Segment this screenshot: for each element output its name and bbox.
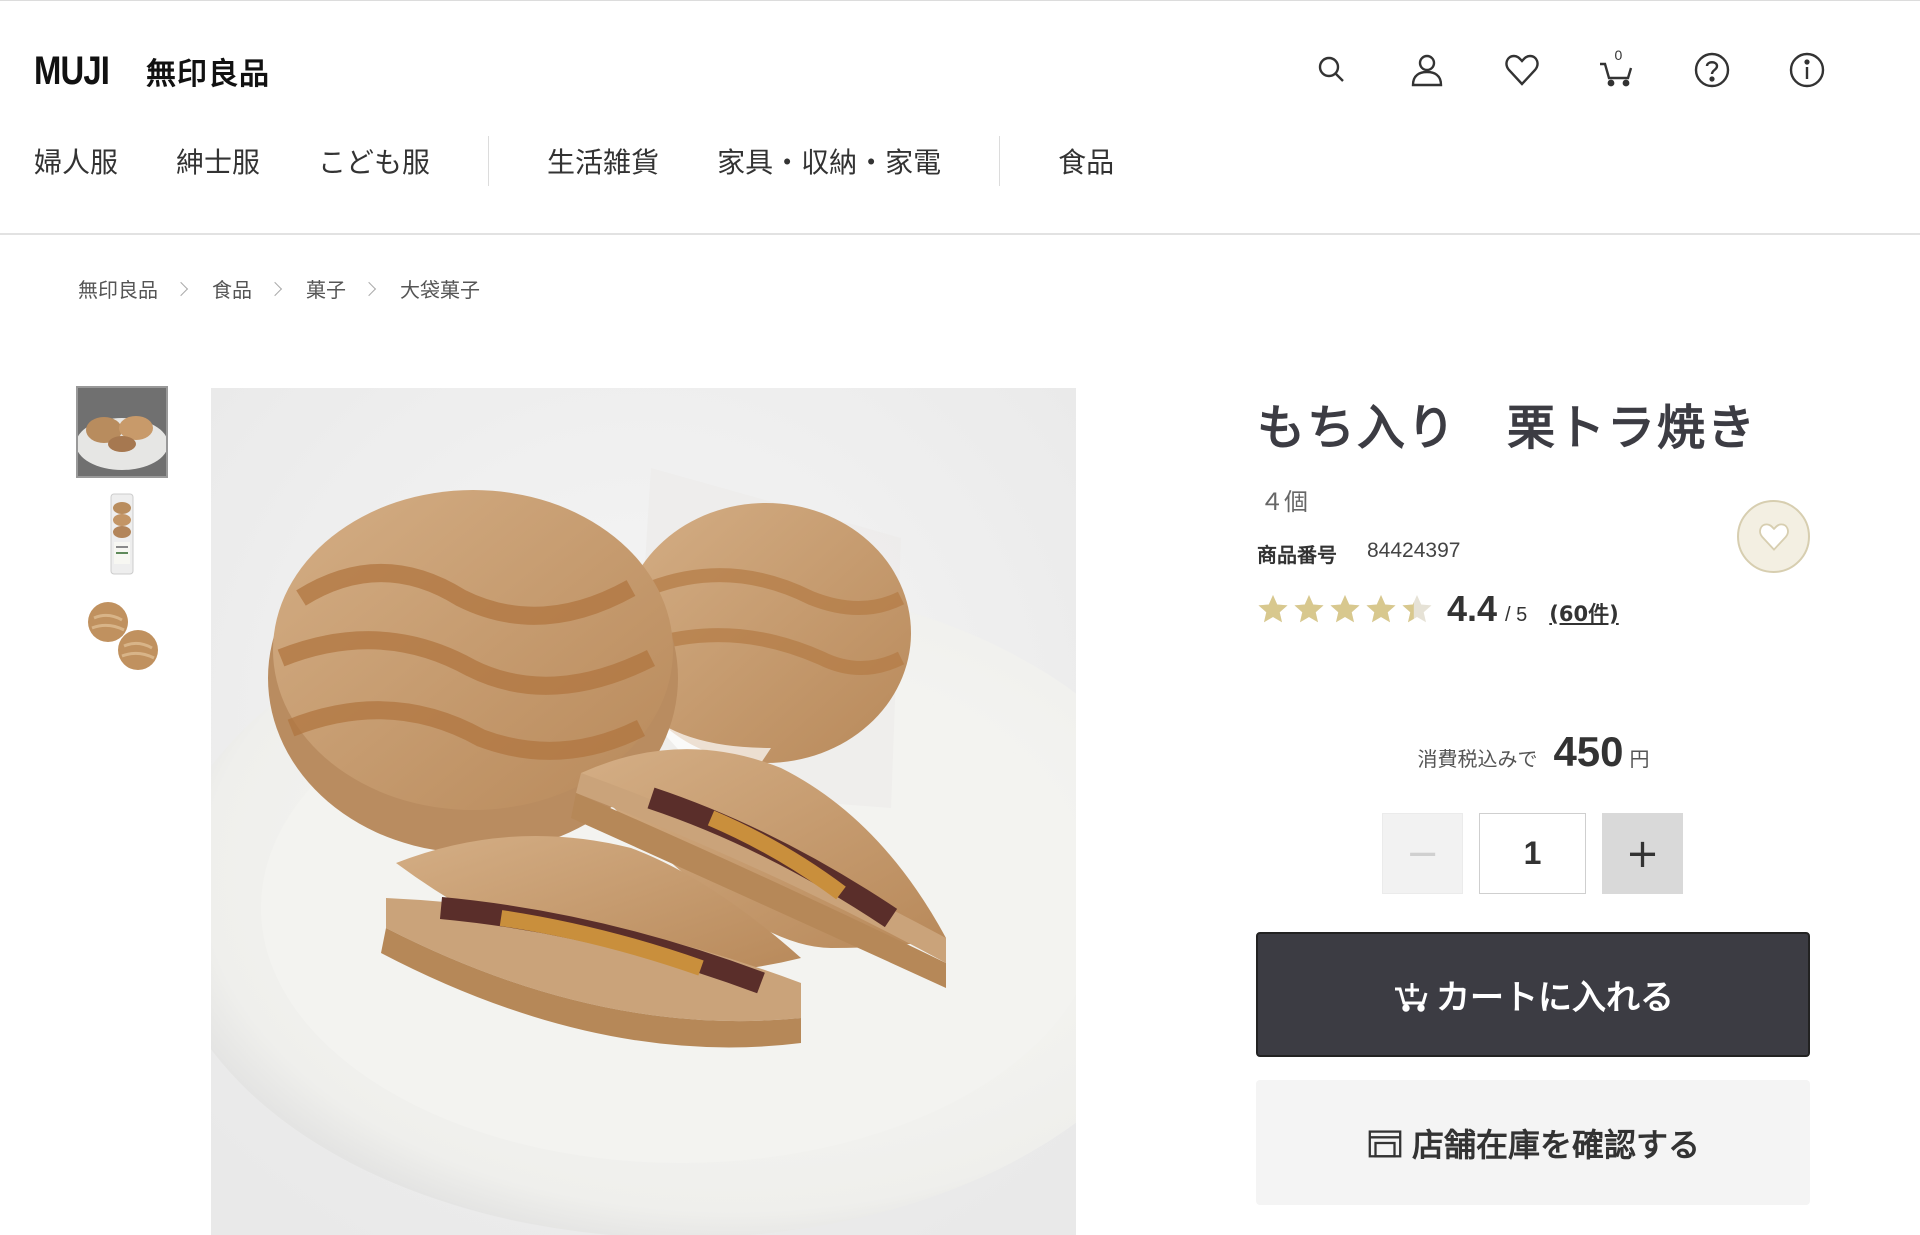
price-unit: 円 xyxy=(1629,747,1650,771)
chevron-right-icon xyxy=(267,281,283,296)
quantity-increase-button[interactable]: + xyxy=(1602,813,1683,894)
star-icon xyxy=(1258,595,1288,623)
quantity-input[interactable]: 1 xyxy=(1479,813,1586,894)
product-number-value: 84424397 xyxy=(1367,539,1461,562)
nav-item-mens[interactable]: 紳士服 xyxy=(176,141,260,181)
help-icon[interactable] xyxy=(1664,45,1759,95)
star-icon xyxy=(1294,595,1324,623)
star-icon xyxy=(1402,595,1432,623)
review-count-link[interactable]: (60件) xyxy=(1549,598,1618,628)
add-to-cart-button[interactable]: カートに入れる xyxy=(1256,932,1810,1057)
utility-icons: 0 xyxy=(1284,45,1854,95)
nav-item-household[interactable]: 生活雑貨 xyxy=(547,141,659,181)
nav-divider xyxy=(488,136,490,186)
quantity-stepper: − 1 + xyxy=(1382,813,1683,894)
rating: 4.4 / 5 (60件) xyxy=(1257,588,1619,630)
site-header: MUJI 無印良品 0 婦人服 紳士服 こども服 生活雑貨 家具・収納・家電 食 xyxy=(0,0,1920,235)
nav-divider xyxy=(999,136,1001,186)
chevron-right-icon xyxy=(173,281,189,296)
chevron-right-icon xyxy=(361,281,377,296)
muji-logo[interactable]: MUJI 無印良品 xyxy=(34,49,270,94)
check-store-stock-label: 店舗在庫を確認する xyxy=(1411,1125,1700,1164)
product-quantity-note: ４個 xyxy=(1260,488,1308,516)
add-to-cart-label: カートに入れる xyxy=(1436,978,1674,1018)
thumbnail-list xyxy=(76,386,168,694)
rating-max: / 5 xyxy=(1505,604,1528,626)
breadcrumb-sweets[interactable]: 菓子 xyxy=(306,274,346,303)
main-nav: 婦人服 紳士服 こども服 生活雑貨 家具・収納・家電 食品 xyxy=(34,136,1114,186)
breadcrumb-food[interactable]: 食品 xyxy=(212,274,252,303)
thumbnail-1[interactable] xyxy=(76,386,168,478)
main-product-image[interactable] xyxy=(211,388,1076,1235)
star-icon xyxy=(1330,595,1360,623)
breadcrumb: 無印良品 食品 菓子 大袋菓子 xyxy=(78,274,480,303)
product-title: もち入り 栗トラ焼き xyxy=(1257,400,1758,456)
thumbnail-2[interactable] xyxy=(78,490,166,578)
nav-item-food[interactable]: 食品 xyxy=(1058,141,1114,181)
price-label: 消費税込みで xyxy=(1417,747,1538,771)
rating-score: 4.4 xyxy=(1447,588,1498,629)
product-number-label: 商品番号 xyxy=(1257,543,1337,567)
thumbnail-3[interactable] xyxy=(78,592,166,680)
breadcrumb-large-bag-sweets[interactable]: 大袋菓子 xyxy=(400,274,480,303)
heart-icon xyxy=(1758,522,1789,551)
product-number: 商品番号 84424397 xyxy=(1257,539,1460,568)
logo-japanese: 無印良品 xyxy=(146,57,270,92)
price: 消費税込みで 450 円 xyxy=(1257,728,1810,776)
cart-count: 0 xyxy=(1614,47,1623,63)
breadcrumb-home[interactable]: 無印良品 xyxy=(78,274,158,303)
quantity-decrease-button[interactable]: − xyxy=(1382,813,1463,894)
favorite-button[interactable] xyxy=(1737,500,1810,573)
info-icon[interactable] xyxy=(1759,45,1854,95)
logo-latin: MUJI xyxy=(34,49,110,93)
nav-item-kids[interactable]: こども服 xyxy=(318,141,430,181)
star-icon xyxy=(1366,595,1396,623)
heart-icon[interactable] xyxy=(1474,45,1569,95)
account-icon[interactable] xyxy=(1379,45,1474,95)
cart-plus-icon xyxy=(1395,982,1428,1012)
nav-item-furniture[interactable]: 家具・収納・家電 xyxy=(717,141,941,181)
store-icon xyxy=(1368,1129,1402,1157)
rating-stars xyxy=(1257,593,1433,625)
search-icon[interactable] xyxy=(1284,45,1379,95)
check-store-stock-button[interactable]: 店舗在庫を確認する xyxy=(1256,1080,1810,1205)
cart-icon[interactable]: 0 xyxy=(1569,45,1664,95)
price-value: 450 xyxy=(1553,728,1624,775)
nav-item-womens[interactable]: 婦人服 xyxy=(34,141,118,181)
